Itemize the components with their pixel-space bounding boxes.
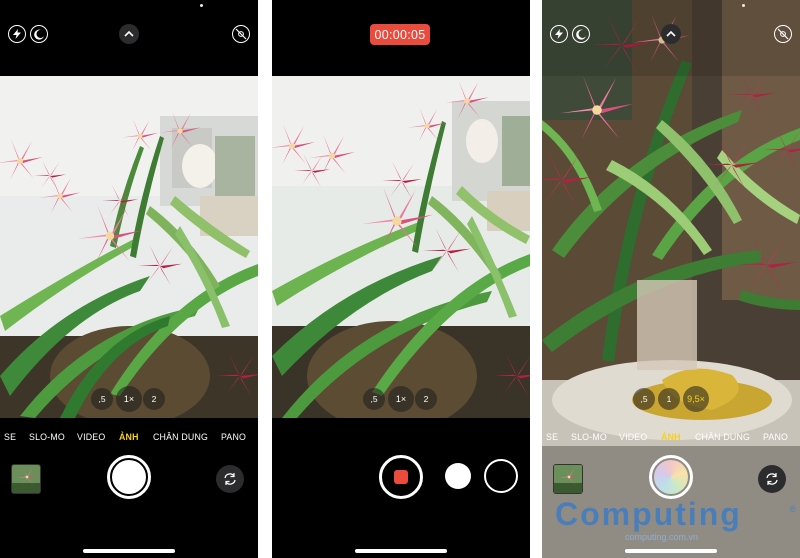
chevron-up-icon[interactable]: [119, 24, 139, 44]
viewfinder[interactable]: [0, 76, 258, 418]
shutter-button[interactable]: [107, 455, 151, 499]
zoom-option[interactable]: 1: [658, 388, 680, 410]
photo-capture-button[interactable]: [445, 463, 471, 489]
chevron-up-icon[interactable]: [661, 24, 681, 44]
recording-timer: 00:00:05: [370, 24, 430, 45]
mode-video[interactable]: VIDEO: [619, 432, 647, 442]
camera-topbar: [542, 0, 800, 76]
zoom-option[interactable]: ,5: [633, 388, 655, 410]
camera-topbar: 00:00:05: [272, 0, 530, 76]
mode-photo[interactable]: ẢNH: [119, 432, 139, 442]
night-mode-icon[interactable]: [30, 25, 48, 43]
shutter-inner: [112, 460, 146, 494]
zoom-selector: ,5 1 9,5×: [542, 386, 800, 412]
stop-record-button[interactable]: [379, 455, 423, 499]
stop-icon: [394, 470, 408, 484]
mode-slo-mo[interactable]: SLO-MO: [571, 432, 607, 442]
mode-selector: SE SLO-MO VIDEO ẢNH CHÂN DUNG PANO: [0, 432, 258, 446]
camera-topbar: [0, 0, 258, 76]
camera-screen-photo: ,5 1× 2 SE SLO-MO VIDEO ẢNH CHÂN DUNG PA…: [0, 0, 258, 558]
zoom-selector: ,5 1× 2: [272, 386, 530, 412]
viewfinder[interactable]: [272, 76, 530, 418]
zoom-option[interactable]: ,5: [91, 388, 113, 410]
camera-screen-zoomed: ,5 1 9,5× SE SLO-MO VIDEO ẢNH CHÂN DUNG …: [542, 0, 800, 558]
flash-off-icon[interactable]: [550, 25, 568, 43]
zoom-option[interactable]: ,5: [363, 388, 385, 410]
mode-time-lapse[interactable]: SE: [546, 432, 558, 442]
mode-video[interactable]: VIDEO: [77, 432, 105, 442]
shutter-inner: [654, 460, 688, 494]
zoom-option-active[interactable]: 9,5×: [683, 386, 709, 412]
live-off-icon[interactable]: [232, 25, 250, 43]
zoom-option-active[interactable]: 1×: [116, 386, 142, 412]
home-indicator: [355, 549, 447, 553]
mode-photo[interactable]: ẢNH: [661, 432, 681, 442]
home-indicator: [83, 549, 175, 553]
zoom-option[interactable]: 2: [415, 388, 437, 410]
zoom-selector: ,5 1× 2: [0, 386, 258, 412]
mode-pano[interactable]: PANO: [763, 432, 788, 442]
mode-portrait[interactable]: CHÂN DUNG: [153, 432, 208, 442]
camera-screen-recording: 00:00:05 ,5 1× 2: [272, 0, 530, 558]
camera-controls: [0, 446, 258, 558]
mode-slo-mo[interactable]: SLO-MO: [29, 432, 65, 442]
flash-off-icon[interactable]: [8, 25, 26, 43]
home-indicator: [625, 549, 717, 553]
night-mode-icon[interactable]: [572, 25, 590, 43]
zoom-option-active[interactable]: 1×: [388, 386, 414, 412]
shutter-button[interactable]: [649, 455, 693, 499]
zoom-option[interactable]: 2: [143, 388, 165, 410]
camera-flip-icon[interactable]: [216, 465, 244, 493]
mode-pano[interactable]: PANO: [221, 432, 246, 442]
mode-portrait[interactable]: CHÂN DUNG: [695, 432, 750, 442]
camera-controls: [542, 446, 800, 558]
last-photo-thumbnail[interactable]: [11, 464, 41, 494]
live-off-icon[interactable]: [774, 25, 792, 43]
status-dot: [200, 4, 203, 7]
camera-controls: [272, 446, 530, 558]
mode-time-lapse[interactable]: SE: [4, 432, 16, 442]
last-photo-thumbnail[interactable]: [553, 464, 583, 494]
camera-flip-icon[interactable]: [758, 465, 786, 493]
mode-selector: SE SLO-MO VIDEO ẢNH CHÂN DUNG PANO: [542, 432, 800, 446]
status-dot: [742, 4, 745, 7]
pause-ring-button[interactable]: [484, 459, 518, 493]
